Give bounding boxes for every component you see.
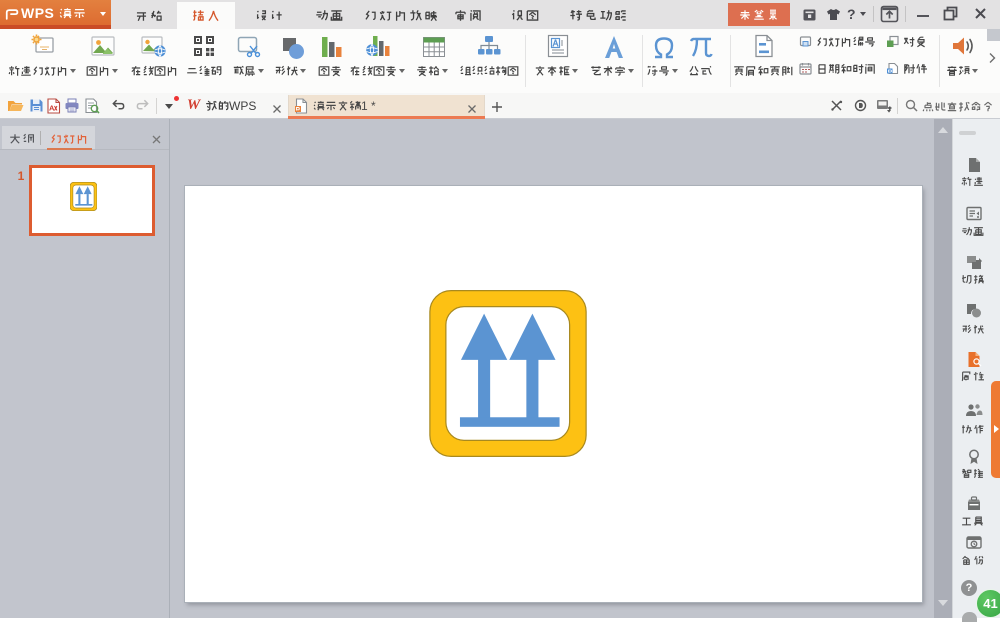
svg-text:A: A [49, 104, 55, 113]
